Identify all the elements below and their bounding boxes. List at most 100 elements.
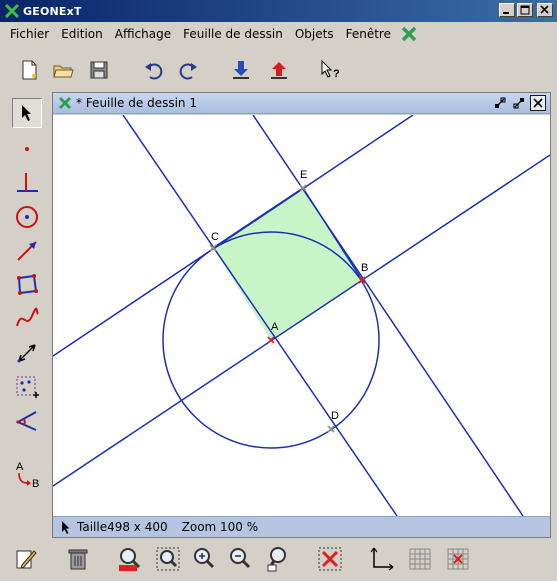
undo-button[interactable] [140,57,166,83]
zoom-search-button[interactable] [264,545,292,573]
grid-icon [409,548,431,570]
menu-edition[interactable]: Edition [55,27,109,41]
menu-objets[interactable]: Objets [289,27,340,41]
window-title: GEONExT [23,4,82,18]
delete-all-button[interactable] [316,545,344,573]
new-file-button[interactable] [16,57,42,83]
measure-tool[interactable] [12,338,42,368]
geonext-menu-icon[interactable] [401,26,417,42]
close-button[interactable] [537,3,553,17]
maximize-button[interactable] [517,3,533,17]
zoom-out-button[interactable] [226,545,254,573]
zoom-in-button[interactable] [190,545,218,573]
maximize-icon [520,5,530,15]
curve-icon [16,307,39,327]
select-tool[interactable] [12,98,42,128]
geometry-figure[interactable]: A B C D E [53,115,550,516]
snap-grid-icon [447,548,469,570]
download-icon [233,61,249,79]
grid-button[interactable] [406,545,434,573]
label-C: C [211,231,219,243]
angle-tool[interactable] [12,406,42,436]
point-tool[interactable] [12,134,42,164]
window-controls [499,3,553,17]
measure-icon [17,344,36,363]
sheet-minimize-icon [495,97,506,108]
polygon-tool[interactable] [12,270,42,300]
undo-icon [145,63,163,80]
edit-icon [16,550,37,569]
upload-button[interactable] [266,57,292,83]
edit-button[interactable] [12,545,40,573]
trash-button[interactable] [64,545,92,573]
sheet-title: * Feuille de dessin 1 [76,96,197,110]
minimize-icon [503,12,509,14]
menu-fichier[interactable]: Fichier [4,27,55,41]
circle-tool[interactable] [12,202,42,232]
sheet-restore-button[interactable] [511,95,527,111]
sheet-close-button[interactable] [530,95,546,111]
polygon-icon [17,274,38,295]
sheet-close-icon [533,98,543,108]
download-button[interactable] [228,57,254,83]
zoom-100-button[interactable] [116,545,144,573]
drawing-canvas[interactable]: A B C D E [53,115,550,516]
geonext-app-icon [4,3,20,19]
line-1[interactable] [122,115,398,516]
zoom-fit-button[interactable] [154,545,182,573]
axes-button[interactable] [368,545,396,573]
save-icon [90,61,108,79]
save-button[interactable] [86,57,112,83]
trash-icon [68,549,88,570]
close-icon [540,5,549,14]
menu-fenetre[interactable]: Fenêtre [340,27,397,41]
sheet-minimize-button[interactable] [492,95,508,111]
canvas-size-label: Taille498 x 400 [77,520,168,534]
axes-icon [370,547,394,571]
line-tool[interactable] [12,236,42,266]
perpendicular-icon [17,173,38,192]
redo-icon [179,63,197,80]
menu-bar: Fichier Edition Affichage Feuille de des… [0,23,557,45]
perpendicular-tool[interactable] [12,168,42,198]
geonext-sheet-icon [58,96,72,110]
help-pointer-button[interactable]: ? [318,57,344,83]
angle-icon [15,411,37,431]
zoom-label: Zoom 100 % [181,520,259,534]
circle-icon [16,206,38,228]
label-D: D [331,410,339,422]
minimize-button[interactable] [499,3,515,17]
snap-grid-button[interactable] [444,545,472,573]
sheet-titlebar: * Feuille de dessin 1 [53,93,550,114]
rename-icon: A B [16,461,39,490]
zoom-out-icon [230,548,251,569]
delete-all-icon [318,547,342,571]
rename-tool[interactable]: A B [12,458,42,492]
menu-affichage[interactable]: Affichage [109,27,177,41]
upload-icon [271,62,287,79]
group-icon [16,376,39,398]
polygon-CEB[interactable] [213,188,362,340]
curve-tool[interactable] [12,304,42,334]
line-icon [17,241,37,261]
open-folder-icon [53,65,74,78]
new-file-icon [22,60,37,80]
menu-feuille-de-dessin[interactable]: Feuille de dessin [177,27,289,41]
open-button[interactable] [50,57,76,83]
window-titlebar: GEONExT [0,0,557,22]
svg-text:?: ? [333,68,340,80]
label-E: E [300,169,307,181]
help-pointer-icon: ? [321,59,340,80]
zoom-fit-icon [156,547,180,571]
point-icon [25,147,29,151]
redo-button[interactable] [176,57,202,83]
zoom-100-icon [119,548,141,571]
select-arrow-icon [22,105,31,121]
zoom-in-icon [194,548,215,569]
sheet-restore-icon [513,98,524,109]
zoom-search-icon [267,547,286,572]
main-toolbar: ? [0,50,557,90]
rename-label-a: A [16,461,24,473]
group-tool[interactable] [12,372,42,402]
bottom-toolbar [0,540,557,581]
